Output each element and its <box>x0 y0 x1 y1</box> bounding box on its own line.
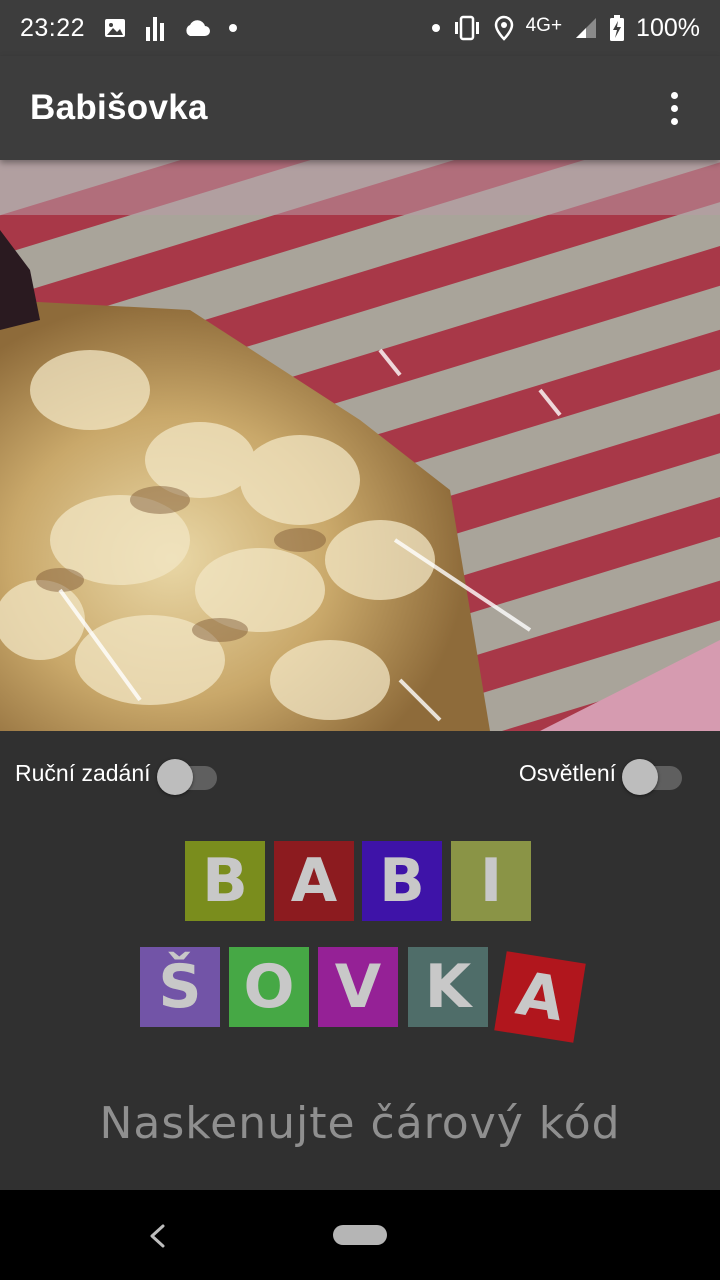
signal-bars-icon <box>145 15 165 41</box>
status-right: 4G+ 100% <box>431 13 700 43</box>
logo-tile: I <box>451 841 531 921</box>
notification-dot-icon <box>229 24 238 32</box>
logo-tile: A <box>494 951 586 1043</box>
network-type: 4G+ <box>525 15 563 36</box>
battery-percent: 100% <box>636 13 700 42</box>
camera-preview[interactable] <box>0 160 720 731</box>
logo-letter: I <box>479 846 503 916</box>
logo-tile: B <box>185 841 265 921</box>
logo-letter: A <box>511 958 569 1036</box>
logo-tile: K <box>408 947 488 1027</box>
status-left: 23:22 <box>20 13 238 43</box>
logo-tile: O <box>229 947 309 1027</box>
logo-tile: Š <box>140 947 220 1027</box>
logo-tile: V <box>318 947 398 1027</box>
logo-letter: Š <box>158 952 202 1022</box>
more-vert-icon[interactable] <box>658 84 690 132</box>
vibrate-icon <box>452 15 482 41</box>
logo-letter: B <box>379 846 425 916</box>
home-pill-icon[interactable] <box>333 1225 387 1245</box>
image-icon <box>103 16 127 40</box>
status-bar: 23:22 4G+ 100% <box>0 0 720 56</box>
cloud-icon <box>183 18 211 38</box>
status-time: 23:22 <box>20 13 86 42</box>
back-chevron-icon[interactable] <box>140 1218 176 1254</box>
app-bar: Babišovka <box>0 56 720 160</box>
cell-signal-icon <box>574 16 598 40</box>
nav-bar <box>0 1190 720 1280</box>
logo-tile: B <box>362 841 442 921</box>
logo-tile: A <box>274 841 354 921</box>
notification-dot-icon <box>431 24 440 32</box>
content-area: Ruční zadání Osvětlení B A B I Š O V K A… <box>0 731 720 1190</box>
logo-letter: A <box>290 846 338 916</box>
scan-prompt: Naskenujte čárový kód <box>99 1098 621 1149</box>
logo-letter: K <box>424 952 472 1022</box>
logo-letter: O <box>243 952 295 1022</box>
location-icon <box>494 15 514 41</box>
logo-letter: V <box>334 952 382 1022</box>
battery-charging-icon <box>610 15 625 41</box>
logo-letter: B <box>202 846 248 916</box>
app-title: Babišovka <box>30 88 208 127</box>
